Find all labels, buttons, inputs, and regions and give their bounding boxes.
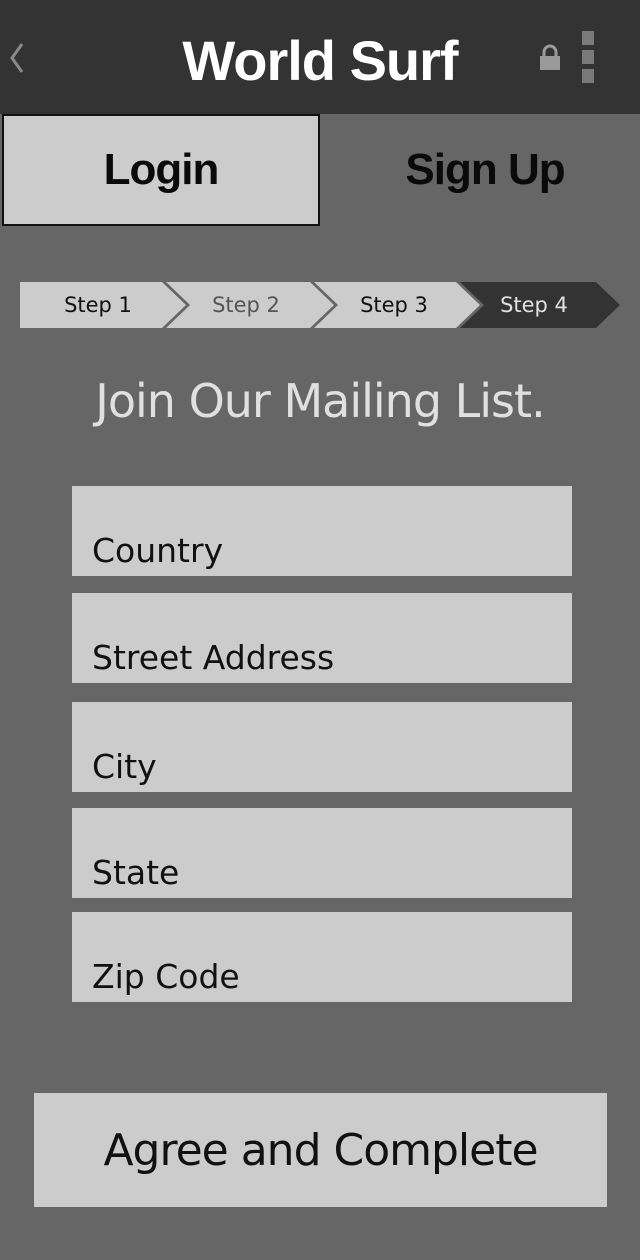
tab-signup[interactable]: Sign Up: [330, 114, 640, 226]
zip-code-input[interactable]: [92, 954, 562, 998]
tab-login-label: Login: [103, 145, 220, 194]
zip-code-field[interactable]: [72, 912, 572, 1002]
app-header: World Surf: [0, 0, 640, 114]
agree-and-complete-button[interactable]: Agree and Complete: [34, 1093, 607, 1207]
step-progress: Step 1 Step 2 Step 3 Step 4: [20, 282, 620, 328]
city-field[interactable]: [72, 702, 572, 792]
city-input[interactable]: [92, 744, 562, 788]
step-1-label: Step 1: [64, 293, 132, 317]
country-field[interactable]: [72, 486, 572, 576]
street-address-field[interactable]: [72, 593, 572, 683]
lock-icon: [540, 44, 560, 70]
state-field[interactable]: [72, 808, 572, 898]
step-2-label: Step 2: [212, 293, 280, 317]
step-4-label: Step 4: [500, 293, 568, 317]
tab-signup-label: Sign Up: [405, 145, 565, 194]
country-input[interactable]: [92, 528, 562, 572]
tab-login[interactable]: Login: [2, 114, 320, 226]
kebab-menu-icon[interactable]: [582, 31, 596, 85]
street-address-input[interactable]: [92, 635, 562, 679]
state-input[interactable]: [92, 850, 562, 894]
step-3-label: Step 3: [360, 293, 428, 317]
page-heading: Join Our Mailing List.: [95, 374, 545, 428]
